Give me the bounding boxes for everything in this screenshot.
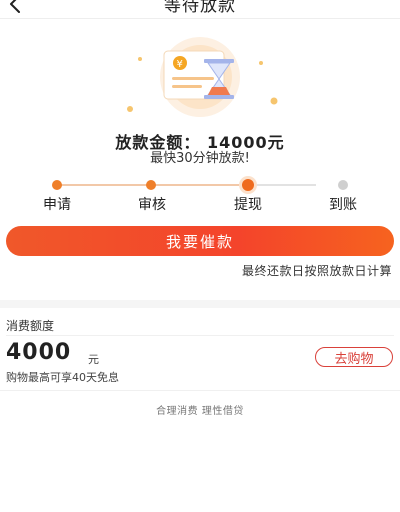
- step-dot-apply: [52, 180, 62, 190]
- credit-description: 购物最高可享40天免息: [6, 371, 119, 384]
- step-dot-arrive: [338, 180, 348, 190]
- repay-note: 最终还款日按照放款日计算: [241, 264, 392, 278]
- footer-slogan: 合理消费 理性借贷: [156, 406, 244, 417]
- loan-eta-text: 最快30分钟放款!: [150, 151, 250, 166]
- progress-line-pending: [248, 184, 316, 186]
- credit-card-title: 消费额度: [6, 319, 55, 333]
- credit-amount: 4000: [6, 340, 72, 365]
- go-shopping-button[interactable]: 去购物: [315, 347, 393, 367]
- step-label-withdraw: 提现: [234, 197, 262, 213]
- step-dot-withdraw: [242, 179, 254, 191]
- credit-unit: 元: [88, 353, 99, 366]
- card-divider: [6, 335, 394, 336]
- step-label-apply: 申请: [43, 197, 71, 213]
- page-title: 等待放款: [164, 0, 236, 16]
- page-header: 等待放款: [0, 0, 400, 19]
- money-hourglass-icon: ¥: [127, 37, 278, 117]
- step-label-arrive: 到账: [329, 197, 357, 213]
- step-label-review: 审核: [138, 197, 166, 213]
- step-dot-review: [146, 180, 156, 190]
- svg-text:¥: ¥: [177, 59, 183, 70]
- card-bottom-divider: [0, 390, 400, 391]
- section-divider: [0, 300, 400, 308]
- remind-loan-button[interactable]: 我要催款: [6, 226, 394, 256]
